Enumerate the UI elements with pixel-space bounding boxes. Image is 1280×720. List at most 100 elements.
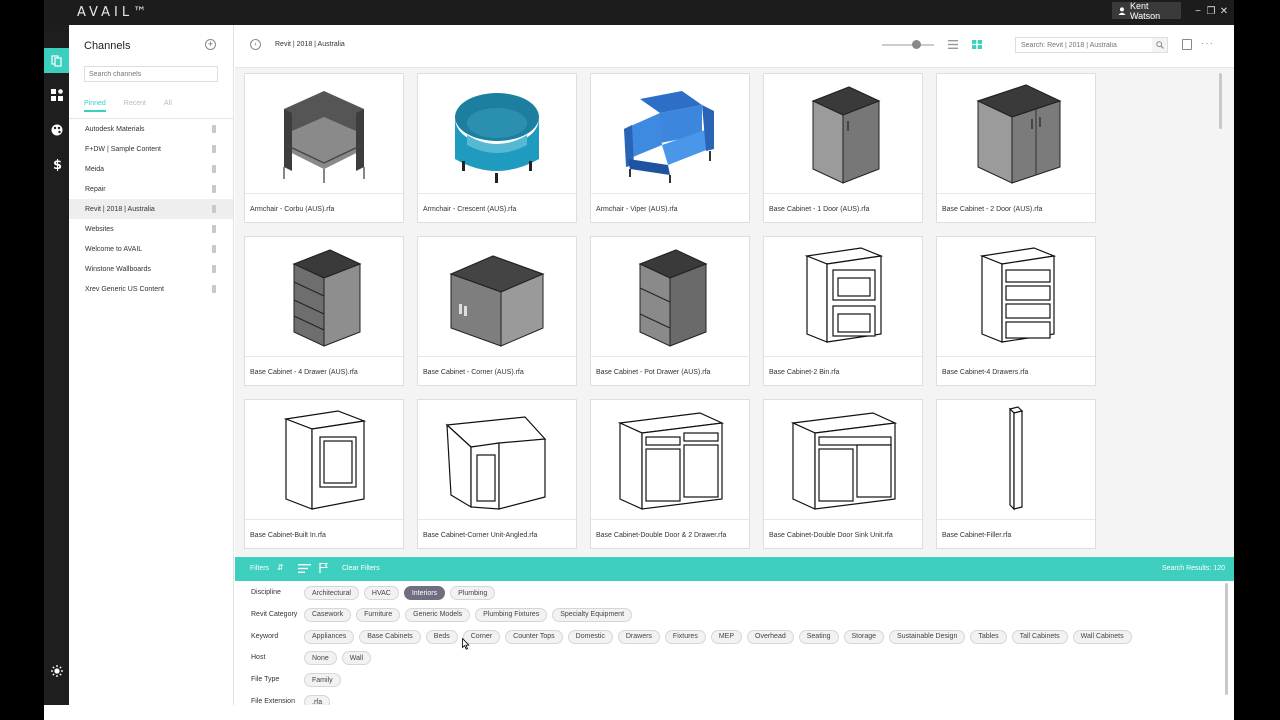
filter-chip[interactable]: Specialty Equipment xyxy=(552,607,633,622)
file-card[interactable]: Base Cabinet-Double Door Sink Unit.rfa xyxy=(763,399,923,549)
filter-chip[interactable]: Domestic xyxy=(567,629,613,644)
filter-chip[interactable]: Family xyxy=(304,673,341,688)
filter-label: File Extension xyxy=(251,698,295,705)
restore-button[interactable]: ❐ xyxy=(1205,6,1217,17)
pin-icon[interactable] xyxy=(212,145,216,153)
filter-chip[interactable]: HVAC xyxy=(363,586,399,600)
settings-sun-icon[interactable] xyxy=(44,658,69,683)
file-card[interactable]: Base Cabinet - 2 Door (AUS).rfa xyxy=(936,73,1096,223)
channel-item[interactable]: Meida xyxy=(69,159,233,179)
filter-chip[interactable]: Counter Tops xyxy=(505,629,563,644)
file-card[interactable]: Base Cabinet - 4 Drawer (AUS).rfa xyxy=(244,236,404,386)
filter-chip[interactable]: MEP xyxy=(710,629,742,644)
channel-search-input[interactable] xyxy=(84,66,218,82)
filter-chip[interactable]: Plumbing Fixtures xyxy=(475,607,548,622)
sort-icon[interactable] xyxy=(298,564,311,573)
file-card[interactable]: Base Cabinet-Built In.rfa xyxy=(244,399,404,549)
filter-chip[interactable]: Architectural xyxy=(304,586,359,600)
filter-chip[interactable]: Furniture xyxy=(356,607,401,622)
pin-icon[interactable] xyxy=(212,165,216,173)
dollar-icon[interactable]: $ xyxy=(44,151,69,176)
file-card[interactable]: Base Cabinet-Filler.rfa xyxy=(936,399,1096,549)
channel-item[interactable]: Welcome to AVAIL xyxy=(69,239,233,259)
flag-icon[interactable] xyxy=(319,563,329,573)
pin-icon[interactable] xyxy=(212,225,216,233)
filter-chip[interactable]: Casework xyxy=(304,607,352,622)
filter-chip[interactable]: Sustainable Design xyxy=(889,629,966,644)
clear-filters-button[interactable]: Clear Filters xyxy=(342,565,380,572)
filter-chip[interactable]: Tables xyxy=(970,629,1007,644)
pin-icon[interactable] xyxy=(212,125,216,133)
filter-chip[interactable]: Wall Cabinets xyxy=(1072,629,1132,644)
file-card[interactable]: Armchair - Viper (AUS).rfa xyxy=(590,73,750,223)
filter-chip[interactable]: Wall xyxy=(341,651,372,666)
title-bar: AVAIL™ Kent Watson − ❐ ✕ xyxy=(44,0,1234,25)
filter-chip[interactable]: Base Cabinets xyxy=(359,629,421,644)
breadcrumb: Revit | 2018 | Australia xyxy=(275,41,345,48)
expand-collapse-icon[interactable]: ⇵ xyxy=(277,563,284,572)
filter-chip[interactable]: Interiors xyxy=(403,586,446,600)
filters-scrollbar[interactable] xyxy=(1225,583,1228,695)
filter-chip[interactable]: .rfa xyxy=(304,695,331,705)
cabinet-filler-icon xyxy=(937,400,1095,520)
filter-chip[interactable]: Generic Models xyxy=(405,607,471,622)
filter-chip[interactable]: None xyxy=(304,651,337,666)
file-card[interactable]: Base Cabinet - Corner (AUS).rfa xyxy=(417,236,577,386)
channel-item[interactable]: Websites xyxy=(69,219,233,239)
grid-view-icon[interactable] xyxy=(972,40,982,49)
back-icon[interactable]: ‹ xyxy=(250,39,261,50)
file-card[interactable]: Base Cabinet-Double Door & 2 Drawer.rfa xyxy=(590,399,750,549)
pin-icon[interactable] xyxy=(212,205,216,213)
channel-item[interactable]: Xrev Generic US Content xyxy=(69,279,233,299)
file-card[interactable]: Base Cabinet-Corner Unit-Angled.rfa xyxy=(417,399,577,549)
user-menu-button[interactable]: Kent Watson xyxy=(1112,1,1181,21)
tab-pinned[interactable]: Pinned xyxy=(84,100,106,112)
tab-all[interactable]: All xyxy=(164,100,172,112)
filter-chip[interactable]: Beds xyxy=(425,629,458,644)
channel-item-selected[interactable]: Revit | 2018 | Australia xyxy=(69,199,233,219)
zoom-slider[interactable] xyxy=(882,44,934,46)
file-card[interactable]: Armchair - Corbu (AUS).rfa xyxy=(244,73,404,223)
grid-scrollbar[interactable] xyxy=(1219,73,1222,129)
grid-module-icon[interactable] xyxy=(44,82,69,107)
file-card[interactable]: Base Cabinet-2 Bin.rfa xyxy=(763,236,923,386)
tab-recent[interactable]: Recent xyxy=(124,100,146,112)
add-channel-icon[interactable]: + xyxy=(205,39,216,50)
filters-button[interactable]: Filters xyxy=(250,565,269,572)
channel-item[interactable]: Winstone Wallboards xyxy=(69,259,233,279)
list-view-icon[interactable] xyxy=(948,40,958,49)
palette-icon[interactable] xyxy=(44,117,69,142)
search-input[interactable] xyxy=(1015,37,1153,53)
search-button[interactable] xyxy=(1152,37,1168,53)
filter-chip[interactable]: Plumbing xyxy=(450,586,496,600)
filter-chip[interactable]: Overhead xyxy=(747,629,794,644)
filter-chip[interactable]: Tall Cabinets xyxy=(1011,629,1068,644)
minimize-button[interactable]: − xyxy=(1192,6,1204,17)
channel-item[interactable]: F+DW | Sample Content xyxy=(69,139,233,159)
more-options-icon[interactable]: ··· xyxy=(1201,38,1214,49)
file-card[interactable]: Armchair - Crescent (AUS).rfa xyxy=(417,73,577,223)
file-card[interactable]: Base Cabinet - Pot Drawer (AUS).rfa xyxy=(590,236,750,386)
channel-item[interactable]: Autodesk Materials xyxy=(69,119,233,139)
clipboard-icon[interactable] xyxy=(1182,39,1192,50)
pin-icon[interactable] xyxy=(212,185,216,193)
file-name: Base Cabinet-Filler.rfa xyxy=(942,532,1012,539)
filter-chip[interactable]: Seating xyxy=(798,629,839,644)
channel-item[interactable]: Repair xyxy=(69,179,233,199)
pin-icon[interactable] xyxy=(212,245,216,253)
close-button[interactable]: ✕ xyxy=(1218,6,1230,17)
filter-chips: Family xyxy=(304,673,341,688)
cabinet-2-bin-icon xyxy=(764,237,922,357)
pin-icon[interactable] xyxy=(212,265,216,273)
filter-chip[interactable]: Storage xyxy=(843,629,885,644)
zoom-slider-handle[interactable] xyxy=(912,40,921,49)
filter-chip[interactable]: Fixtures xyxy=(664,629,706,644)
file-card[interactable]: Base Cabinet-4 Drawers.rfa xyxy=(936,236,1096,386)
filter-row: File Extension .rfa xyxy=(235,695,1225,705)
file-card[interactable]: Base Cabinet - 1 Door (AUS).rfa xyxy=(763,73,923,223)
file-name: Base Cabinet - Corner (AUS).rfa xyxy=(423,369,524,376)
pin-icon[interactable] xyxy=(212,285,216,293)
filter-chip[interactable]: Appliances xyxy=(304,629,355,644)
filter-chip[interactable]: Drawers xyxy=(617,629,660,644)
channels-icon[interactable] xyxy=(44,48,69,73)
